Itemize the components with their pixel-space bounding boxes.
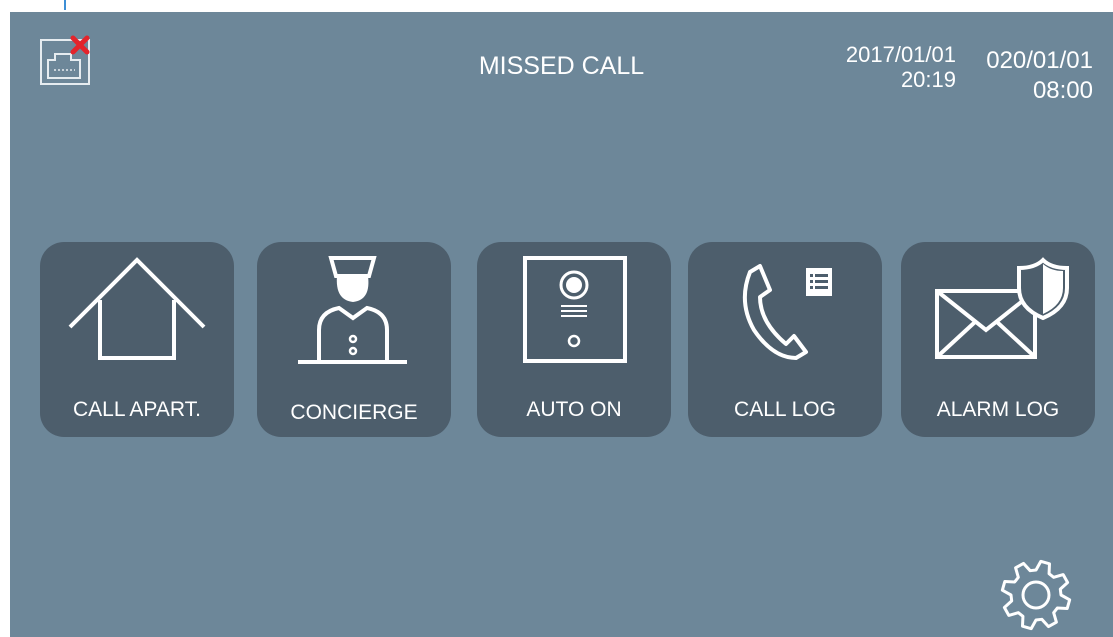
datetime-secondary: 020/01/01 08:00 xyxy=(986,46,1093,106)
gear-icon[interactable] xyxy=(998,558,1078,634)
call-log-button[interactable]: CALL LOG xyxy=(688,242,882,437)
datetime-primary: 2017/01/01 20:19 xyxy=(846,42,956,92)
concierge-label: CONCIERGE xyxy=(290,401,418,424)
call-apartment-button[interactable]: CALL APART. xyxy=(40,242,234,437)
intercom-screen: MISSED CALL 2017/01/01 20:19 020/01/01 0… xyxy=(10,12,1113,637)
date-primary: 2017/01/01 xyxy=(845,42,956,67)
alarm-log-button[interactable]: ALARM LOG xyxy=(901,242,1095,437)
time-primary: 20:19 xyxy=(900,67,956,92)
auto-on-button[interactable]: AUTO ON xyxy=(477,242,671,437)
call-log-label: CALL LOG xyxy=(734,398,836,421)
auto-on-label: AUTO ON xyxy=(526,398,622,421)
top-marker xyxy=(64,0,66,10)
date-secondary: 020/01/01 xyxy=(986,47,1093,74)
call-apartment-label: CALL APART. xyxy=(72,398,201,421)
time-secondary: 08:00 xyxy=(1032,77,1093,104)
concierge-button[interactable]: CONCIERGE xyxy=(257,242,451,437)
alarm-log-label: ALARM LOG xyxy=(936,398,1060,421)
